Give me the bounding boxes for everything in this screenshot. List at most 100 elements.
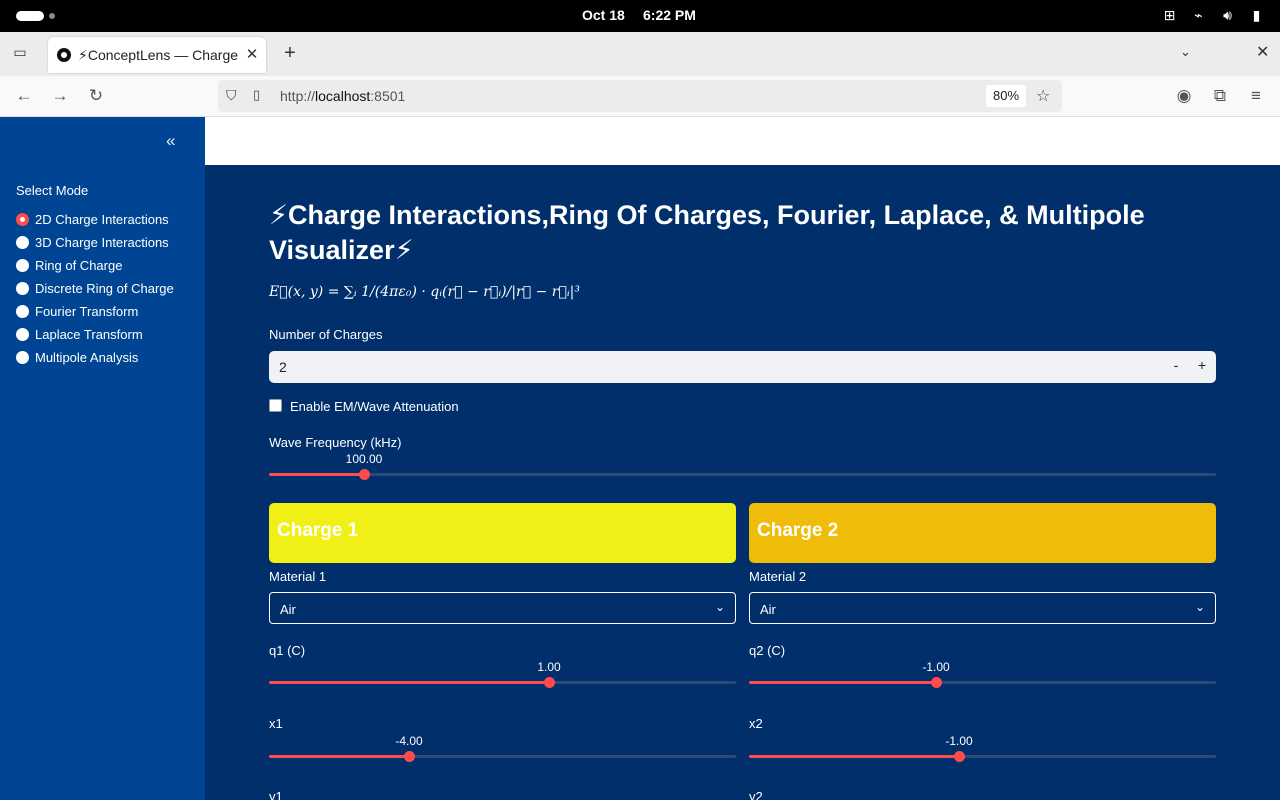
radio-label: Laplace Transform (35, 327, 143, 342)
reload-icon[interactable]: ↻ (85, 85, 107, 107)
charge-1-title: Charge 1 (277, 520, 359, 541)
radio-button[interactable] (16, 328, 29, 341)
battery-icon: ▮ (1252, 7, 1261, 23)
account-icon[interactable]: ◉ (1173, 85, 1195, 107)
material-2-select[interactable]: Air ⌄ (749, 592, 1216, 624)
radio-button[interactable] (16, 213, 29, 226)
radio-button[interactable] (16, 236, 29, 249)
select-mode-label: Select Mode (16, 183, 89, 198)
mode-option-ring-of-charge[interactable]: Ring of Charge (16, 256, 201, 276)
y1-label: y1 (269, 789, 283, 800)
mode-option-3d-charge-interactions[interactable]: 3D Charge Interactions (16, 233, 201, 253)
num-charges-label: Number of Charges (269, 327, 383, 342)
radio-button[interactable] (16, 259, 29, 272)
slider-thumb[interactable] (931, 677, 942, 688)
q1-slider[interactable]: 1.00 (269, 660, 736, 697)
zoom-level-badge[interactable]: 80% (986, 85, 1026, 107)
material-1-value: Air (280, 602, 296, 617)
workspace-dot (49, 13, 55, 19)
slider-value: 100.00 (345, 452, 383, 466)
back-arrow-icon[interactable]: ← (13, 85, 35, 107)
charge-2-card: Charge 2 (749, 503, 1216, 563)
chevron-down-icon: ⌄ (1194, 600, 1205, 614)
material-1-select[interactable]: Air ⌄ (269, 592, 736, 624)
slider-value: -1.00 (922, 660, 950, 674)
slider-value: -4.00 (395, 734, 423, 748)
browser-tab-strip: ▭ ⚡ConceptLens — Charge Interactions ✕ +… (0, 32, 1280, 76)
radio-button[interactable] (16, 305, 29, 318)
tab-close-icon[interactable]: ✕ (244, 45, 260, 63)
slider-thumb[interactable] (954, 751, 965, 762)
forward-arrow-icon[interactable]: → (49, 85, 71, 107)
slider-thumb[interactable] (359, 469, 370, 480)
radio-label: Ring of Charge (35, 258, 123, 273)
activities-indicator[interactable] (16, 11, 44, 21)
page-info-icon[interactable]: ▯ (253, 87, 260, 103)
tab-list-icon[interactable]: ▭ (10, 44, 30, 64)
network-icon: ⊞ (1163, 7, 1176, 23)
chevron-down-icon[interactable]: ⌄ (1180, 44, 1191, 60)
material-2-value: Air (760, 602, 776, 617)
radio-label: Discrete Ring of Charge (35, 281, 174, 296)
slider-thumb[interactable] (544, 677, 555, 688)
charge-2-title: Charge 2 (757, 520, 839, 541)
window-close-icon[interactable]: ✕ (1256, 42, 1269, 62)
app-header (205, 117, 1280, 165)
mode-option-discrete-ring-of-charge[interactable]: Discrete Ring of Charge (16, 279, 201, 299)
os-top-bar: Oct 18 6:22 PM ⊞ ⌁ 🔊︎ ▮ (0, 0, 1280, 32)
url-bar[interactable]: ⛉ ▯ http://localhost:8501 80% ☆ (218, 80, 1062, 112)
radio-label: 3D Charge Interactions (35, 235, 169, 250)
wave-frequency-slider[interactable]: 100.00 (269, 452, 1216, 489)
menu-hamburger-icon[interactable]: ≡ (1245, 85, 1267, 107)
radio-button[interactable] (16, 282, 29, 295)
slider-value: -1.00 (945, 734, 973, 748)
radio-button[interactable] (16, 351, 29, 364)
system-clock[interactable]: 6:22 PM (643, 7, 696, 23)
system-date[interactable]: Oct 18 (582, 7, 625, 23)
browser-tab-active[interactable]: ⚡ConceptLens — Charge Interactions ✕ (48, 37, 266, 73)
x2-label: x2 (749, 716, 763, 731)
extensions-icon[interactable]: ⧉ (1209, 85, 1231, 107)
q2-label: q2 (C) (749, 643, 786, 658)
browser-nav-bar: ← → ↻ ⛉ ▯ http://localhost:8501 80% ☆ ◉ … (0, 76, 1280, 117)
slider-value: 1.00 (537, 660, 561, 674)
new-tab-plus-icon[interactable]: + (280, 42, 300, 64)
charge-1-card: Charge 1 (269, 503, 736, 563)
mode-option-fourier-transform[interactable]: Fourier Transform (16, 302, 201, 322)
field-formula: E⃗(x, y) = ∑ᵢ 1/(4πε₀) · qᵢ(r⃗ − r⃗ᵢ)/|r… (269, 284, 581, 300)
num-charges-input[interactable]: 2 - + (269, 351, 1216, 383)
chevron-down-icon: ⌄ (714, 600, 725, 614)
x1-slider[interactable]: -4.00 (269, 734, 736, 771)
mode-option-2d-charge-interactions[interactable]: 2D Charge Interactions (16, 210, 201, 230)
streamlit-favicon-icon (57, 48, 71, 62)
bookmark-star-icon[interactable]: ☆ (1036, 86, 1050, 106)
volume-icon: 🔊︎ (1223, 7, 1232, 23)
collapse-sidebar-icon[interactable]: « (166, 131, 175, 151)
url-text[interactable]: http://localhost:8501 (280, 88, 405, 104)
num-charges-value[interactable]: 2 (279, 359, 287, 375)
wave-frequency-label: Wave Frequency (kHz) (269, 435, 402, 450)
y2-label: y2 (749, 789, 763, 800)
radio-label: Fourier Transform (35, 304, 139, 319)
tab-title: ⚡ConceptLens — Charge Interactions (78, 47, 240, 63)
shield-icon[interactable]: ⛉ (226, 87, 237, 104)
audio-icon: ⌁ (1194, 7, 1203, 23)
radio-label: 2D Charge Interactions (35, 212, 169, 227)
decrement-button[interactable]: - (1167, 357, 1185, 377)
x1-label: x1 (269, 716, 283, 731)
sidebar: « Select Mode 2D Charge Interactions 3D C… (0, 117, 205, 800)
page-title: ⚡Charge Interactions,Ring Of Charges, Fo… (269, 200, 1145, 265)
q1-label: q1 (C) (269, 643, 306, 658)
attenuation-label: Enable EM/Wave Attenuation (290, 399, 459, 414)
mode-option-multipole-analysis[interactable]: Multipole Analysis (16, 348, 201, 368)
increment-button[interactable]: + (1193, 357, 1211, 377)
attenuation-checkbox[interactable] (269, 399, 282, 412)
material-1-label: Material 1 (269, 569, 327, 584)
radio-label: Multipole Analysis (35, 350, 139, 365)
x2-slider[interactable]: -1.00 (749, 734, 1216, 771)
q2-slider[interactable]: -1.00 (749, 660, 1216, 697)
mode-option-laplace-transform[interactable]: Laplace Transform (16, 325, 201, 345)
material-2-label: Material 2 (749, 569, 807, 584)
slider-thumb[interactable] (404, 751, 415, 762)
system-tray[interactable]: ⊞ ⌁ 🔊︎ ▮ (1160, 7, 1266, 24)
